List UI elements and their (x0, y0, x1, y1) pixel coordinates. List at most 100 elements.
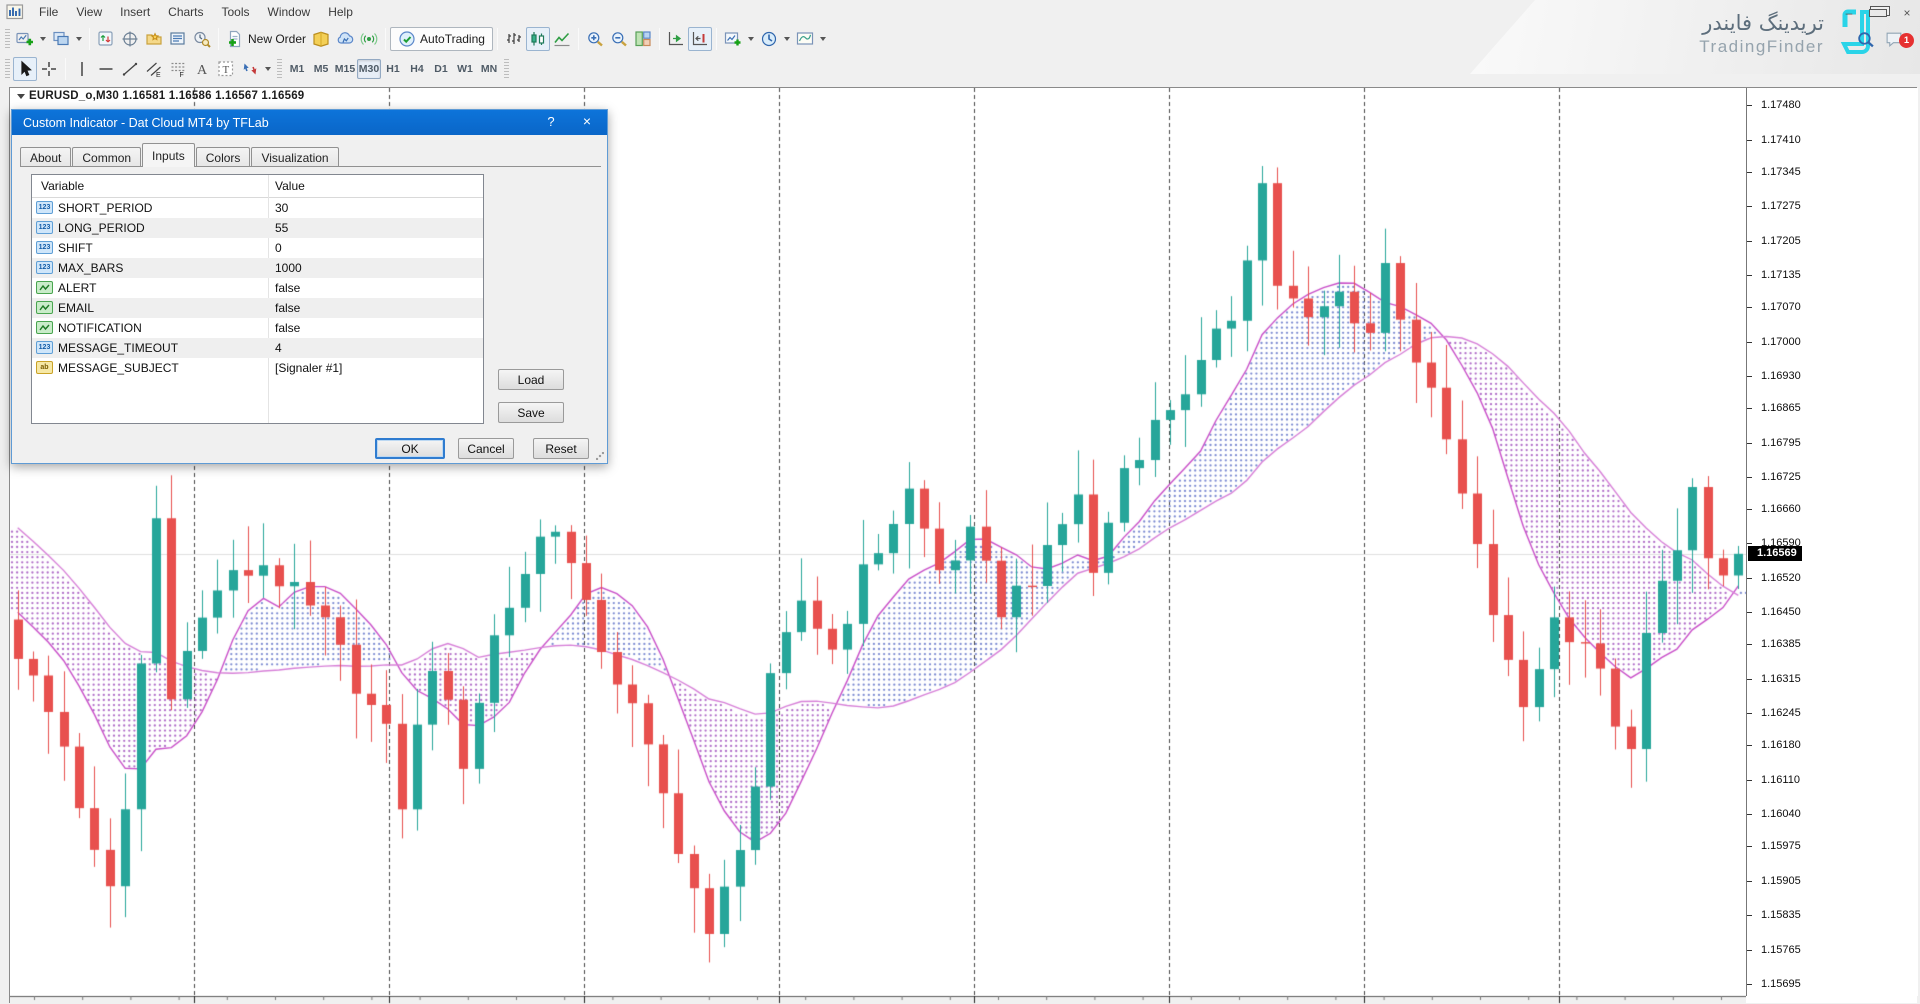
menu-charts[interactable]: Charts (159, 2, 212, 22)
timeframe-m5[interactable]: M5 (309, 59, 333, 79)
menu-view[interactable]: View (67, 2, 111, 22)
axis-price-label: 1.16385 (1761, 638, 1801, 650)
terminal-button[interactable] (166, 27, 190, 51)
autotrading-button[interactable]: AutoTrading (390, 27, 493, 51)
param-row-email[interactable]: EMAILfalse (32, 298, 483, 318)
market-button[interactable] (333, 27, 357, 51)
zoom-out-button[interactable] (607, 27, 631, 51)
svg-text:A: A (197, 63, 208, 78)
terminal-icon (169, 30, 187, 48)
price-axis[interactable]: 1.174801.174101.173451.172751.172051.171… (1746, 88, 1918, 996)
dropdown-arrow-icon[interactable] (40, 37, 46, 41)
metaeditor-button[interactable] (309, 27, 333, 51)
menu-window[interactable]: Window (259, 2, 320, 22)
auto-scroll-button[interactable] (664, 27, 688, 51)
candle-chart-button[interactable] (526, 27, 550, 51)
param-value[interactable]: 55 (275, 221, 288, 235)
param-row-alert[interactable]: ALERTfalse (32, 278, 483, 298)
timeframe-h4[interactable]: H4 (405, 59, 429, 79)
param-row-message_subject[interactable]: abMESSAGE_SUBJECT[Signaler #1] (32, 358, 483, 378)
timeframe-d1[interactable]: D1 (429, 59, 453, 79)
param-row-message_timeout[interactable]: 123MESSAGE_TIMEOUT4 (32, 338, 483, 358)
dialog-title-bar[interactable]: Custom Indicator - Dat Cloud MT4 by TFLa… (12, 110, 607, 135)
search-icon[interactable] (1856, 30, 1875, 49)
tab-colors[interactable]: Colors (196, 147, 251, 167)
menu-insert[interactable]: Insert (111, 2, 159, 22)
arrow-shapes-button[interactable] (238, 57, 274, 81)
timeframe-m30[interactable]: M30 (357, 59, 381, 79)
templates-button[interactable] (793, 27, 829, 51)
param-row-notification[interactable]: NOTIFICATIONfalse (32, 318, 483, 338)
equidistant-channel-button[interactable]: E (142, 57, 166, 81)
crosshair-button[interactable] (37, 57, 61, 81)
bar-chart-button[interactable] (502, 27, 526, 51)
indicators-list-button[interactable] (721, 27, 757, 51)
param-value[interactable]: false (275, 321, 300, 335)
timeframe-mn[interactable]: MN (477, 59, 501, 79)
cursor-button[interactable] (13, 57, 37, 81)
zoom-in-button[interactable] (583, 27, 607, 51)
periods-button[interactable] (757, 27, 793, 51)
data-window-button[interactable] (118, 27, 142, 51)
menu-help[interactable]: Help (319, 2, 362, 22)
navigator-button[interactable] (142, 27, 166, 51)
param-value[interactable]: false (275, 281, 300, 295)
param-row-max_bars[interactable]: 123MAX_BARS1000 (32, 258, 483, 278)
param-value[interactable]: 0 (275, 241, 282, 255)
trendline-button[interactable] (118, 57, 142, 81)
number-type-icon: 123 (36, 341, 53, 354)
svg-text:E: E (156, 72, 161, 78)
menu-file[interactable]: File (30, 2, 67, 22)
param-value[interactable]: false (275, 301, 300, 315)
fibonacci-button[interactable]: F (166, 57, 190, 81)
dropdown-arrow-icon[interactable] (265, 67, 271, 71)
close-icon[interactable]: × (579, 113, 595, 129)
tab-inputs[interactable]: Inputs (142, 143, 195, 167)
tab-common[interactable]: Common (72, 147, 141, 167)
dropdown-arrow-icon[interactable] (748, 37, 754, 41)
vertical-line-button[interactable] (70, 57, 94, 81)
ok-button[interactable]: OK (375, 438, 445, 459)
param-row-shift[interactable]: 123SHIFT0 (32, 238, 483, 258)
horizontal-line-button[interactable] (94, 57, 118, 81)
param-value[interactable]: 30 (275, 201, 288, 215)
dropdown-arrow-icon[interactable] (76, 37, 82, 41)
menu-tools[interactable]: Tools (213, 2, 259, 22)
new-order-button[interactable]: New Order (223, 27, 309, 51)
close-button[interactable]: × (1898, 6, 1916, 20)
restore-button[interactable] (1869, 6, 1887, 20)
param-value[interactable]: 1000 (275, 261, 302, 275)
resize-grip[interactable] (596, 452, 604, 460)
timeframe-m1[interactable]: M1 (285, 59, 309, 79)
dropdown-arrow-icon[interactable] (820, 37, 826, 41)
line-chart-button[interactable] (550, 27, 574, 51)
tab-about[interactable]: About (20, 147, 71, 167)
strategy-tester-button[interactable] (190, 27, 214, 51)
column-value: Value (275, 179, 305, 193)
tile-windows-button[interactable] (631, 27, 655, 51)
new-chart-button[interactable] (13, 27, 49, 51)
timeframe-m15[interactable]: M15 (333, 59, 357, 79)
reset-button[interactable]: Reset (533, 438, 589, 459)
dropdown-arrow-icon[interactable] (784, 37, 790, 41)
param-row-long_period[interactable]: 123LONG_PERIOD55 (32, 218, 483, 238)
param-value[interactable]: [Signaler #1] (275, 361, 342, 375)
market-watch-button[interactable] (94, 27, 118, 51)
help-button[interactable]: ? (543, 114, 559, 129)
save-button[interactable]: Save (498, 402, 564, 423)
param-row-short_period[interactable]: 123SHORT_PERIOD30 (32, 198, 483, 218)
signals-button[interactable] (357, 27, 381, 51)
text-button[interactable]: A (190, 57, 214, 81)
timeframe-h1[interactable]: H1 (381, 59, 405, 79)
chart-profiles-button[interactable] (49, 27, 85, 51)
timeframe-w1[interactable]: W1 (453, 59, 477, 79)
minimize-button[interactable]: – (1840, 6, 1858, 20)
param-name: MESSAGE_SUBJECT (58, 361, 179, 375)
load-button[interactable]: Load (498, 369, 564, 390)
tab-visualization[interactable]: Visualization (251, 147, 338, 167)
chat-icon[interactable]: 1 (1885, 30, 1904, 49)
cancel-button[interactable]: Cancel (458, 438, 514, 459)
text-label-button[interactable]: T (214, 57, 238, 81)
chart-shift-button[interactable] (688, 27, 712, 51)
param-value[interactable]: 4 (275, 341, 282, 355)
